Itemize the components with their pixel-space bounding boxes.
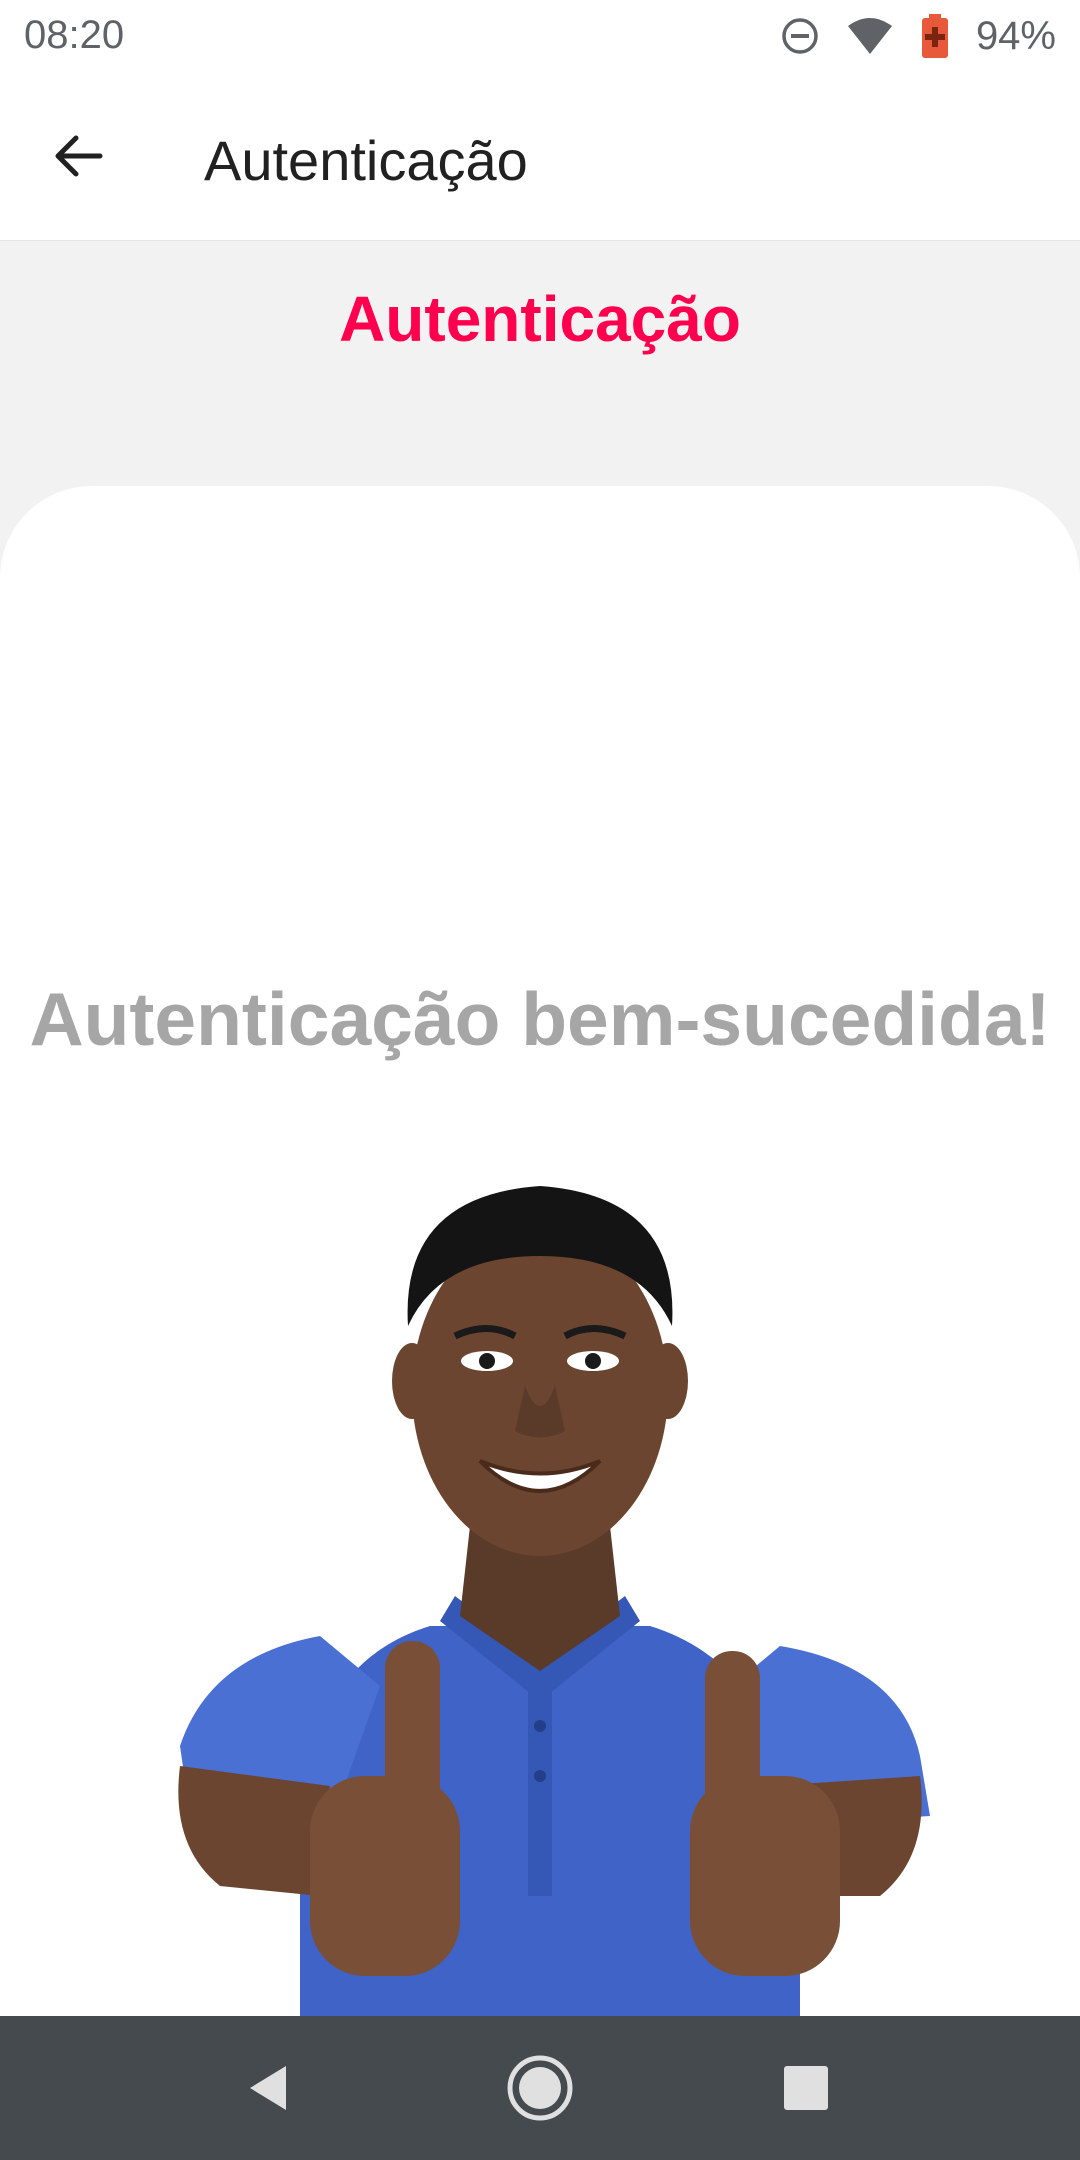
success-message: Autenticação bem-sucedida! (29, 977, 1051, 1061)
arrow-back-icon (55, 135, 103, 177)
nav-back-icon (250, 2066, 286, 2110)
system-nav-bar (0, 2016, 1080, 2160)
content-card: Autenticação bem-sucedida! (0, 486, 1080, 2016)
nav-home-icon (507, 2055, 573, 2121)
nav-back-button[interactable] (220, 2040, 316, 2136)
status-icons: 94% (780, 10, 1056, 62)
page-title: Autenticação (339, 283, 741, 355)
status-bar: 08:20 94% (0, 0, 1080, 72)
battery-percent: 94% (975, 13, 1056, 58)
smiling-man-thumbs-up-photo (178, 1186, 930, 2016)
battery-icon (921, 14, 948, 58)
app-bar-title: Autenticação (204, 129, 528, 192)
do-not-disturb-icon (782, 18, 818, 54)
nav-home-button[interactable] (492, 2040, 588, 2136)
nav-recents-button[interactable] (758, 2040, 854, 2136)
wifi-icon (847, 18, 892, 54)
app-bar: Autenticação (0, 72, 1080, 241)
back-button[interactable] (36, 114, 120, 198)
status-time: 08:20 (24, 13, 125, 57)
nav-recents-icon (784, 2066, 828, 2110)
